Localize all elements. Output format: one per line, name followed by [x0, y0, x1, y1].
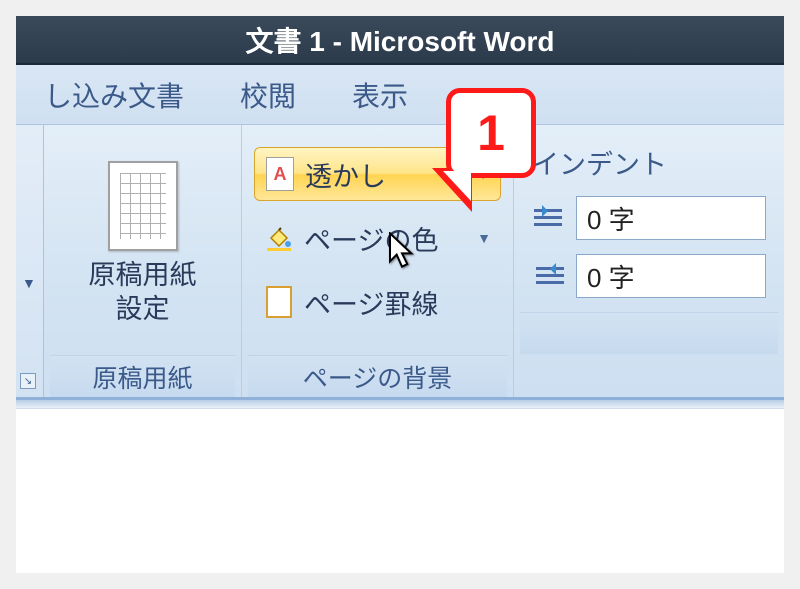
title-bar: 文書 1 - Microsoft Word	[16, 16, 784, 65]
tab-view[interactable]: 表示	[324, 63, 436, 127]
dialog-launcher-icon[interactable]: ↘	[20, 373, 36, 389]
indent-right-icon	[532, 263, 566, 289]
page-borders-button[interactable]: ページ罫線	[254, 275, 501, 329]
page-color-button[interactable]: ページの色 ▼	[254, 211, 501, 265]
indent-left-row: 0 字	[532, 196, 766, 240]
callout-badge: 1	[446, 88, 536, 178]
manuscript-grid-icon	[108, 161, 178, 251]
ribbon-tabs: し込み文書 校閲 表示	[16, 65, 784, 125]
watermark-icon: A	[265, 157, 295, 191]
group-label-page-background: ページの背景	[248, 355, 507, 397]
indent-right-input[interactable]: 0 字	[576, 254, 766, 298]
page-color-label: ページの色	[304, 219, 438, 258]
tab-review[interactable]: 校閲	[212, 63, 324, 127]
paint-bucket-icon	[264, 221, 294, 255]
page-borders-label: ページ罫線	[304, 283, 438, 322]
indent-right-row: 0 字	[532, 254, 766, 298]
group-label-indent	[520, 312, 778, 354]
group-label-manuscript: 原稿用紙	[50, 355, 235, 397]
indent-left-icon	[532, 205, 566, 231]
callout-pointer	[443, 171, 471, 201]
page-border-icon	[264, 285, 294, 319]
window-title: 文書 1 - Microsoft Word	[245, 20, 554, 60]
manuscript-paper-settings-button[interactable]: 原稿用紙 設定	[79, 153, 207, 335]
group-indent: インデント 0 字	[514, 125, 784, 397]
indent-title: インデント	[532, 143, 766, 182]
indent-left-input[interactable]: 0 字	[576, 196, 766, 240]
mouse-cursor-icon	[388, 232, 416, 272]
watermark-label: 透かし	[305, 155, 386, 194]
ribbon-left-edge: ▼ ↘	[16, 125, 44, 397]
group-manuscript-paper: 原稿用紙 設定 原稿用紙	[44, 125, 242, 397]
ruler-strip	[16, 400, 784, 408]
chevron-down-icon: ▼	[477, 230, 491, 246]
tab-mailings[interactable]: し込み文書	[16, 63, 212, 127]
manuscript-button-label: 原稿用紙 設定	[89, 259, 197, 327]
chevron-down-icon[interactable]: ▼	[22, 275, 36, 291]
document-area[interactable]	[16, 408, 784, 573]
